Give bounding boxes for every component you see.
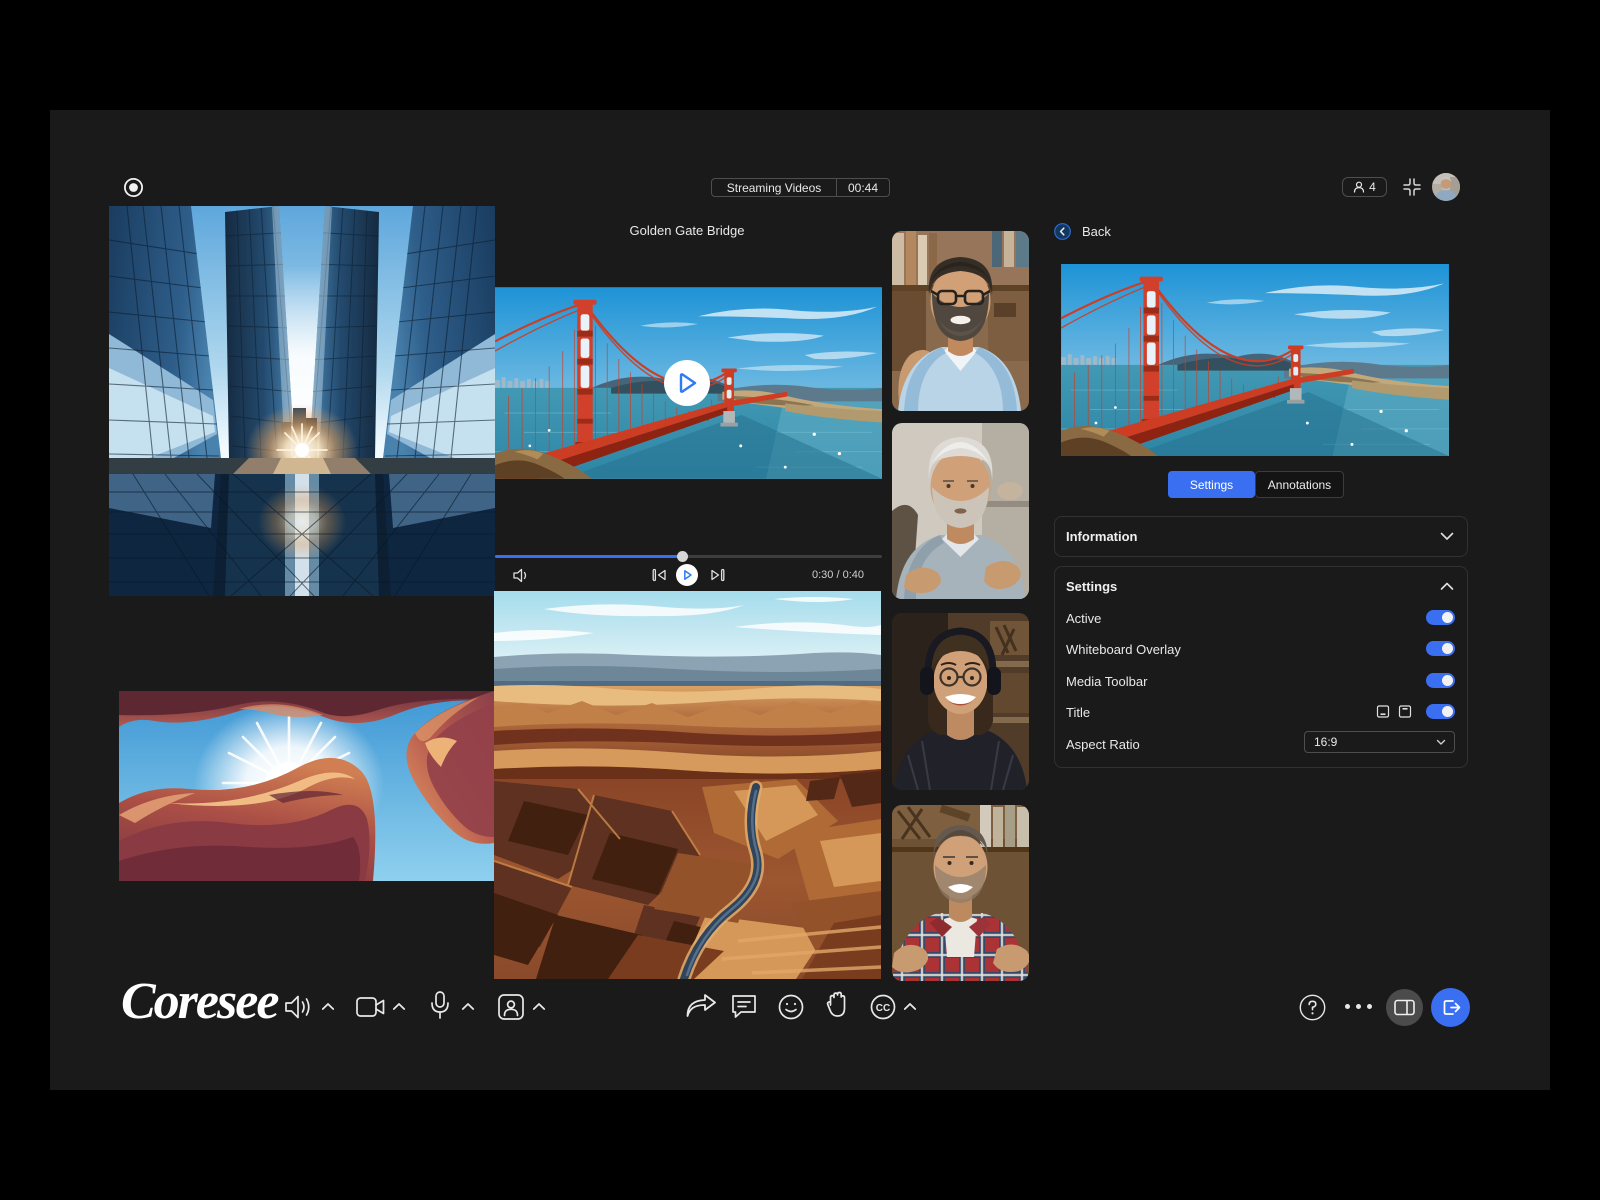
svg-text:CC: CC: [876, 1003, 890, 1014]
